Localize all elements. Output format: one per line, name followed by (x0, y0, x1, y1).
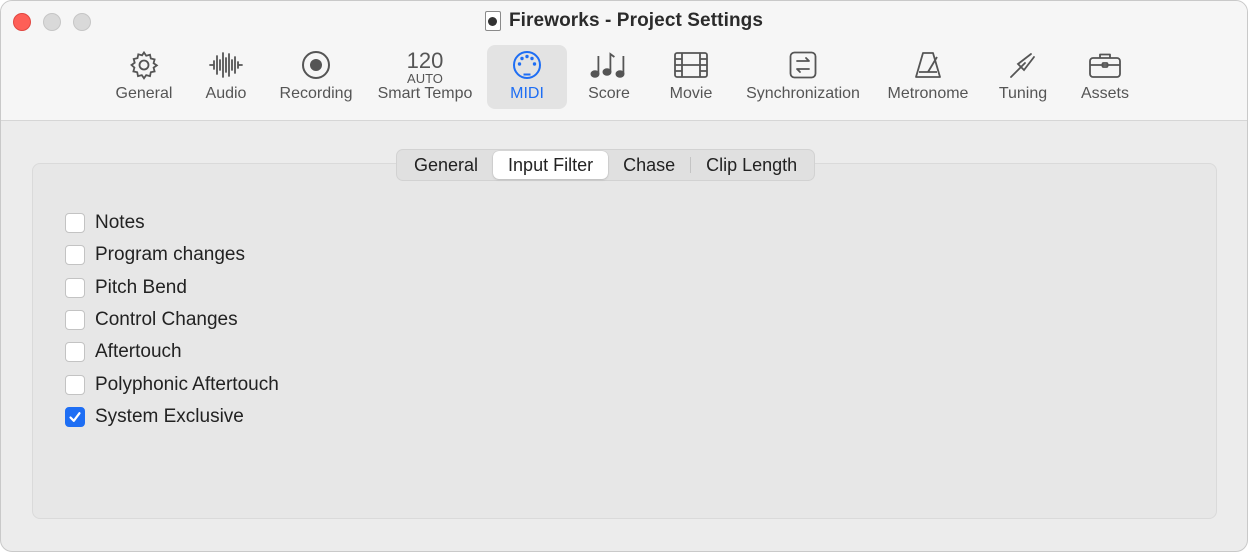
briefcase-icon (1088, 45, 1122, 85)
notes-checkbox[interactable] (65, 213, 85, 234)
toolbar-label: Metronome (887, 85, 969, 102)
project-settings-window: Fireworks - Project Settings General Aud… (0, 0, 1248, 552)
toolbar-smart-tempo[interactable]: 120 AUTO Smart Tempo (369, 45, 481, 109)
toolbar-label: Audio (205, 85, 247, 102)
filter-notes-row[interactable]: Notes (65, 207, 279, 239)
toolbar-tuning[interactable]: Tuning (991, 45, 1055, 109)
system-exclusive-checkbox[interactable] (65, 406, 85, 427)
tab-segmented-control: General Input Filter Chase Clip Length (396, 149, 816, 181)
system-exclusive-label: System Exclusive (95, 405, 244, 427)
toolbar-general[interactable]: General (109, 45, 179, 109)
aftertouch-label: Aftertouch (95, 341, 182, 363)
polyphonic-aftertouch-label: Polyphonic Aftertouch (95, 373, 279, 395)
filter-program-changes-row[interactable]: Program changes (65, 239, 279, 271)
toolbar-label: Synchronization (746, 85, 860, 102)
record-icon (300, 45, 332, 85)
control-changes-checkbox[interactable] (65, 310, 85, 331)
aftertouch-checkbox[interactable] (65, 342, 85, 363)
music-notes-icon (590, 45, 628, 85)
toolbar-midi[interactable]: MIDI (487, 45, 567, 109)
toolbar-assets[interactable]: Assets (1073, 45, 1137, 109)
program-changes-label: Program changes (95, 244, 245, 266)
toolbar-label: Assets (1080, 85, 1129, 102)
midi-connector-icon (511, 45, 543, 85)
toolbar-score[interactable]: Score (579, 45, 639, 109)
toolbar-metronome[interactable]: Metronome (879, 45, 977, 109)
toolbar-label: Score (588, 85, 630, 102)
toolbar-label: Tuning (998, 85, 1048, 102)
tab-chase[interactable]: Chase (608, 151, 690, 179)
metronome-icon (912, 45, 944, 85)
waveform-icon (208, 45, 244, 85)
toolbar-synchronization[interactable]: Synchronization (737, 45, 869, 109)
filter-control-changes-row[interactable]: Control Changes (65, 304, 279, 336)
toolbar-audio[interactable]: Audio (196, 45, 256, 109)
filter-polyphonic-aftertouch-row[interactable]: Polyphonic Aftertouch (65, 368, 279, 400)
tab-clip-length[interactable]: Clip Length (691, 151, 812, 179)
window-title-group: Fireworks - Project Settings (1, 10, 1247, 32)
toolbar-movie[interactable]: Movie (661, 45, 721, 109)
sync-arrows-icon (788, 45, 818, 85)
document-icon (484, 11, 501, 31)
toolbar-label: Recording (279, 85, 353, 102)
toolbar-recording[interactable]: Recording (271, 45, 361, 109)
window-title: Fireworks - Project Settings (508, 10, 764, 31)
pitch-bend-label: Pitch Bend (95, 276, 187, 298)
tempo-mode: AUTO (407, 70, 443, 86)
tab-general[interactable]: General (399, 151, 493, 179)
gear-icon (128, 45, 160, 85)
notes-label: Notes (95, 212, 145, 234)
checkmark-icon (69, 412, 81, 422)
polyphonic-aftertouch-checkbox[interactable] (65, 374, 85, 395)
pitch-bend-checkbox[interactable] (65, 277, 85, 298)
filter-aftertouch-row[interactable]: Aftertouch (65, 336, 279, 368)
tempo-readout: 120 AUTO (407, 45, 444, 85)
tuning-fork-icon (1007, 45, 1039, 85)
toolbar-label: Smart Tempo (377, 85, 473, 102)
tab-input-filter[interactable]: Input Filter (493, 151, 609, 179)
filter-pitch-bend-row[interactable]: Pitch Bend (65, 272, 279, 304)
control-changes-label: Control Changes (95, 309, 238, 331)
filter-checkbox-list: Notes Program changes Pitch Bend Control… (65, 207, 279, 433)
toolbar-label: MIDI (510, 85, 544, 102)
filter-system-exclusive-row[interactable]: System Exclusive (65, 401, 279, 433)
toolbar-label: General (115, 85, 173, 102)
film-icon (673, 45, 709, 85)
toolbar-label: Movie (669, 85, 713, 102)
tempo-value: 120 (406, 47, 444, 73)
program-changes-checkbox[interactable] (65, 245, 85, 266)
title-bar: Fireworks - Project Settings General Aud… (1, 1, 1247, 121)
